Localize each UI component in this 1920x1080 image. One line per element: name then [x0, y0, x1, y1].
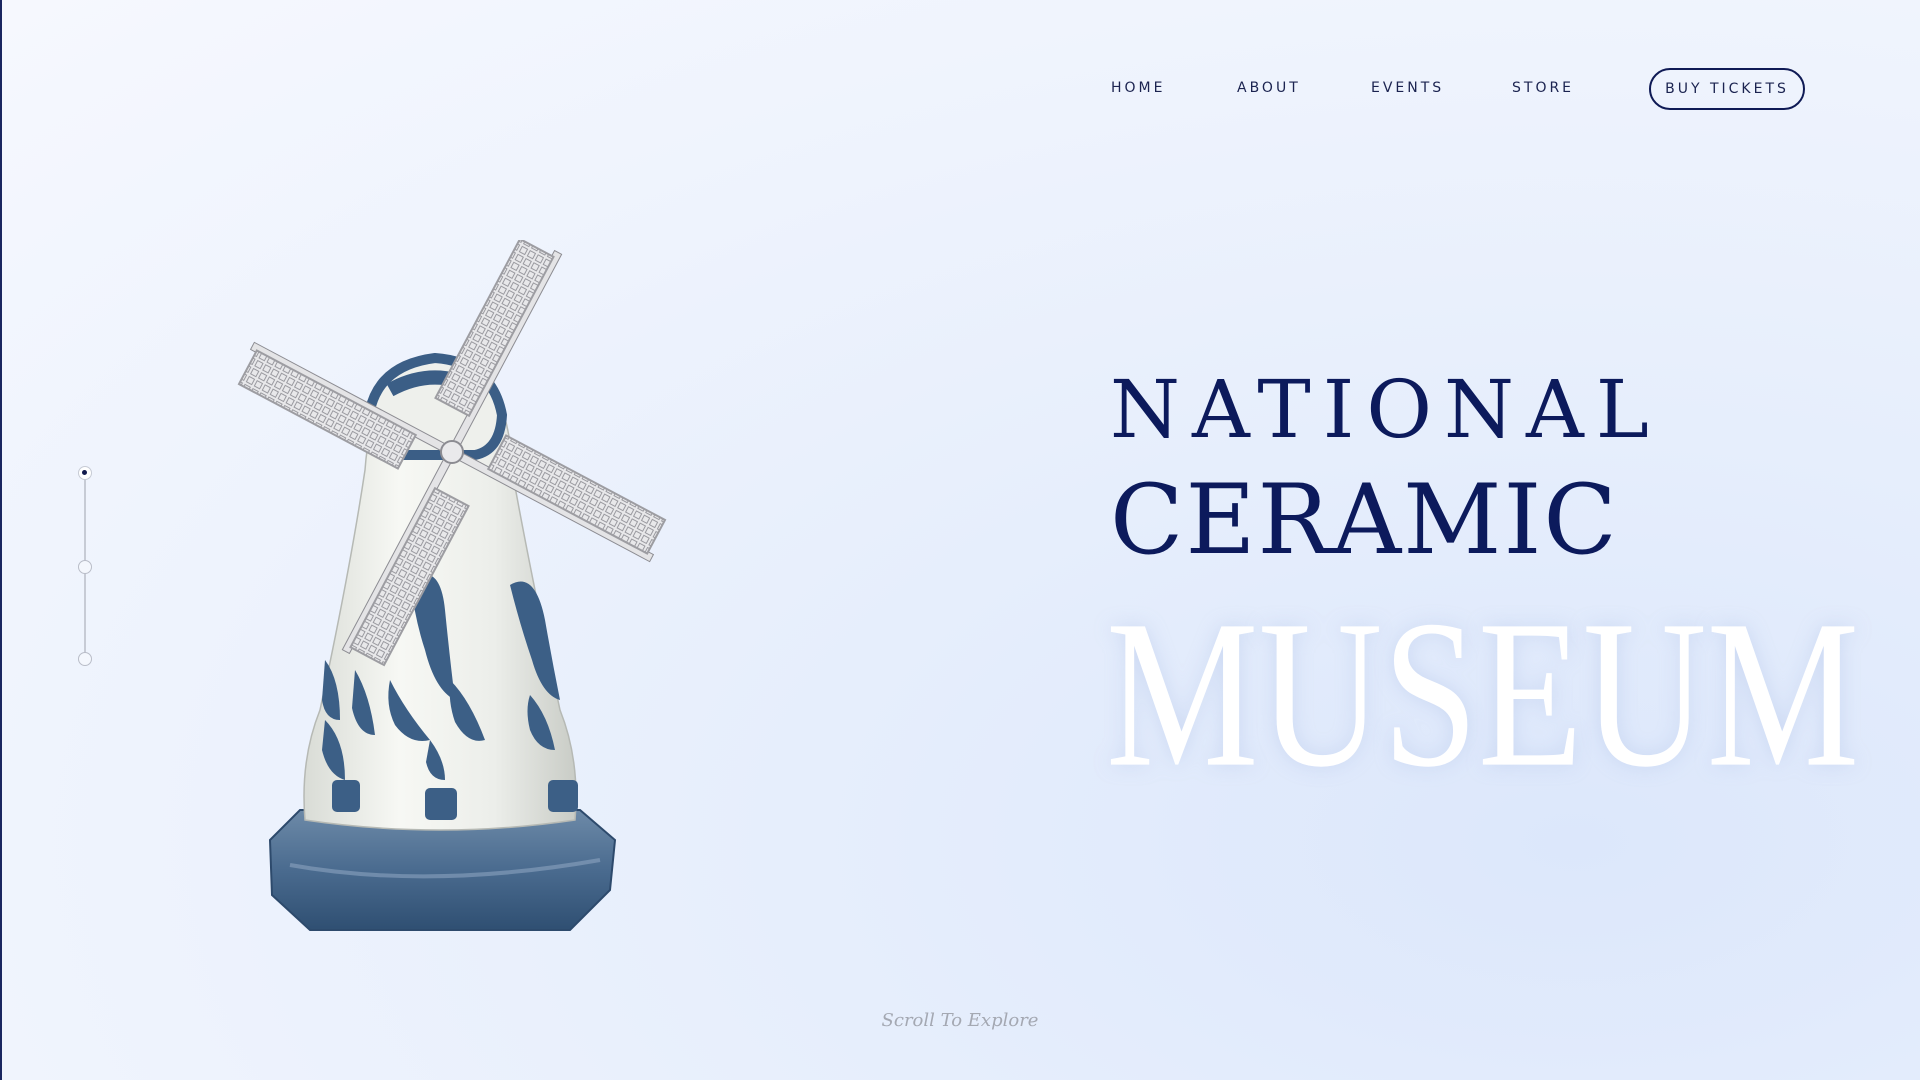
slide-dot-3[interactable] [78, 652, 92, 666]
nav-store-link[interactable]: STORE [1512, 80, 1574, 96]
title-national: NATIONAL [1110, 363, 1661, 456]
nav-about-link[interactable]: ABOUT [1237, 80, 1301, 96]
slide-dot-2[interactable] [78, 560, 92, 574]
scroll-to-explore-link[interactable]: Scroll To Explore [882, 1010, 1039, 1031]
slide-dot-1[interactable] [78, 466, 92, 480]
nav-home-link[interactable]: HOME [1111, 80, 1165, 96]
ceramic-windmill-image [230, 237, 680, 940]
left-edge-rule [0, 0, 2, 1080]
title-ceramic: CERAMIC [1110, 464, 1619, 576]
main-nav: HOME ABOUT EVENTS STORE BUY TICKETS [1090, 68, 1810, 114]
title-museum: MUSEUM [1106, 576, 1860, 811]
windmill-illustration [237, 237, 667, 931]
buy-tickets-button[interactable]: BUY TICKETS [1649, 68, 1805, 110]
slide-indicator [76, 466, 94, 676]
nav-events-link[interactable]: EVENTS [1371, 80, 1444, 96]
scroll-hint: Scroll To Explore [0, 1010, 1920, 1031]
